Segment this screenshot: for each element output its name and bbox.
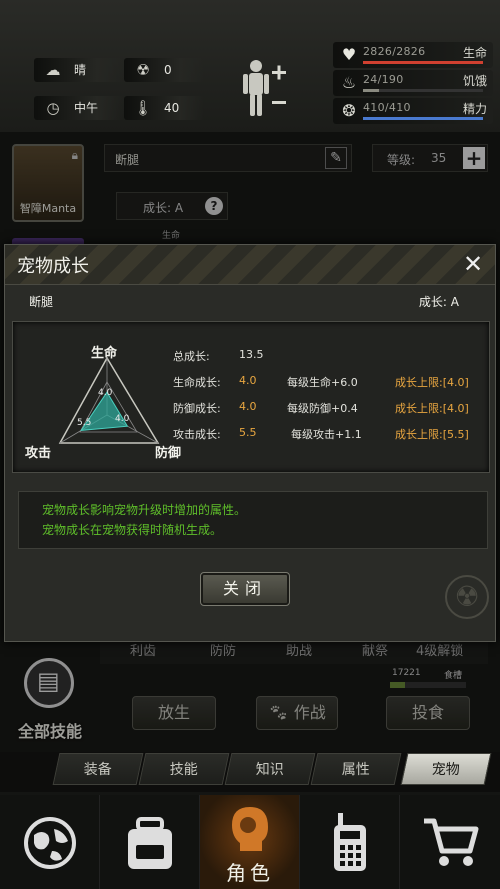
temperature-text: 40	[164, 101, 180, 115]
temperature-indicator: 🌡︎ 40	[124, 96, 204, 120]
nav-character-label: 角色	[226, 861, 274, 885]
radar-value-attack: 5.5	[77, 418, 92, 428]
pet-growth-modal: 宠物成长 ✕ 断腿 成长: A 生命 攻击 防御 4.0 5.5 4.0 总成长…	[4, 244, 496, 642]
radiation-watermark-icon: ☢	[445, 575, 489, 619]
attack-growth-label: 攻击成长:	[173, 428, 221, 441]
energy-label: 精力	[462, 102, 487, 116]
health-bar-fill	[363, 61, 483, 64]
nav-map[interactable]	[0, 795, 100, 889]
defense-growth-value: 4.0	[239, 400, 257, 413]
weather-text: 晴	[74, 63, 87, 77]
thermometer-icon: 🌡︎	[133, 99, 153, 117]
life-growth-cap: 成长上限:[4.0]	[395, 376, 469, 389]
body-status-button[interactable]	[238, 56, 294, 120]
energy-value: 410/410	[363, 101, 411, 114]
tab-attributes[interactable]: 属性	[310, 753, 402, 785]
time-indicator: ◷ 中午	[34, 96, 124, 120]
energy-bar-fill	[363, 117, 483, 120]
nav-inventory[interactable]	[100, 795, 200, 889]
radiation-text: 0	[164, 63, 172, 77]
attack-growth-cap: 成长上限:[5.5]	[395, 428, 469, 441]
weather-indicator: ☁ 晴	[34, 58, 124, 82]
modal-pet-name: 断腿	[29, 295, 54, 309]
shopping-cart-icon	[424, 818, 479, 866]
modal-growth-grade: 成长: A	[418, 295, 459, 309]
walkie-talkie-icon	[334, 813, 366, 871]
life-growth-value: 4.0	[239, 374, 257, 387]
close-icon[interactable]: ✕	[461, 252, 485, 276]
total-growth-value: 13.5	[239, 348, 264, 361]
radar-label-attack: 攻击	[25, 446, 52, 461]
human-body-icon	[243, 60, 286, 116]
modal-header: 宠物成长 ✕	[5, 245, 495, 285]
health-stat: ♥ 2826/2826 生命	[333, 42, 493, 68]
defense-growth-cap: 成长上限:[4.0]	[395, 402, 469, 415]
growth-notes: 宠物成长影响宠物升级时增加的属性。 宠物成长在宠物获得时随机生成。	[18, 491, 488, 549]
health-value: 2826/2826	[363, 45, 426, 58]
cloud-sun-icon: ☁	[45, 61, 61, 79]
top-status-bar: ☁ 晴 ☢ 0 ◷ 中午 🌡︎ 40 ♥ 2826/2826 生命 ♨ 24/1…	[0, 0, 500, 132]
close-button[interactable]: 关闭	[200, 572, 290, 606]
radar-label-life: 生命	[91, 346, 118, 361]
tab-skills[interactable]: 技能	[138, 753, 230, 785]
nav-character[interactable]: 角色	[200, 795, 300, 889]
radar-value-life: 4.0	[98, 388, 113, 398]
radar-label-defense: 防御	[155, 446, 182, 461]
radiation-indicator: ☢ 0	[124, 58, 204, 82]
attack-per-level: 每级攻击+1.1	[291, 428, 362, 441]
energy-stat: ❂ 410/410 精力	[333, 98, 493, 124]
brain-icon: ❂	[342, 101, 356, 120]
hunger-stat: ♨ 24/190 饥饿	[333, 70, 493, 96]
health-label: 生命	[462, 46, 487, 60]
hunger-label: 饥饿	[462, 74, 487, 88]
clock-icon: ◷	[46, 99, 60, 117]
growth-note-1: 宠物成长影响宠物升级时增加的属性。	[42, 503, 247, 517]
life-growth-label: 生命成长:	[173, 376, 221, 389]
tab-knowledge[interactable]: 知识	[224, 753, 316, 785]
globe-icon	[24, 817, 76, 869]
radar-value-defense: 4.0	[115, 414, 130, 424]
tab-equipment[interactable]: 装备	[52, 753, 144, 785]
radiation-icon: ☢	[136, 61, 150, 79]
growth-stats-panel: 生命 攻击 防御 4.0 5.5 4.0 总成长: 13.5 生命成长: 4.0…	[12, 321, 490, 473]
defense-growth-label: 防御成长:	[173, 402, 221, 415]
defense-per-level: 每级防御+0.4	[287, 402, 358, 415]
stomach-icon: ♨	[341, 73, 357, 92]
attack-growth-value: 5.5	[239, 426, 257, 439]
time-text: 中午	[74, 101, 99, 115]
growth-note-2: 宠物成长在宠物获得时随机生成。	[42, 523, 223, 537]
hunger-bar-fill	[363, 89, 379, 92]
tab-pet[interactable]: 宠物	[400, 753, 492, 785]
heart-icon: ♥	[341, 45, 357, 64]
nav-radio[interactable]	[300, 795, 400, 889]
backpack-icon	[128, 817, 172, 869]
modal-title: 宠物成长	[17, 256, 89, 277]
hunger-value: 24/190	[363, 73, 404, 86]
character-head-icon	[232, 807, 268, 851]
nav-shop[interactable]	[400, 795, 500, 889]
life-per-level: 每级生命+6.0	[287, 376, 358, 389]
total-growth-label: 总成长:	[173, 350, 210, 363]
